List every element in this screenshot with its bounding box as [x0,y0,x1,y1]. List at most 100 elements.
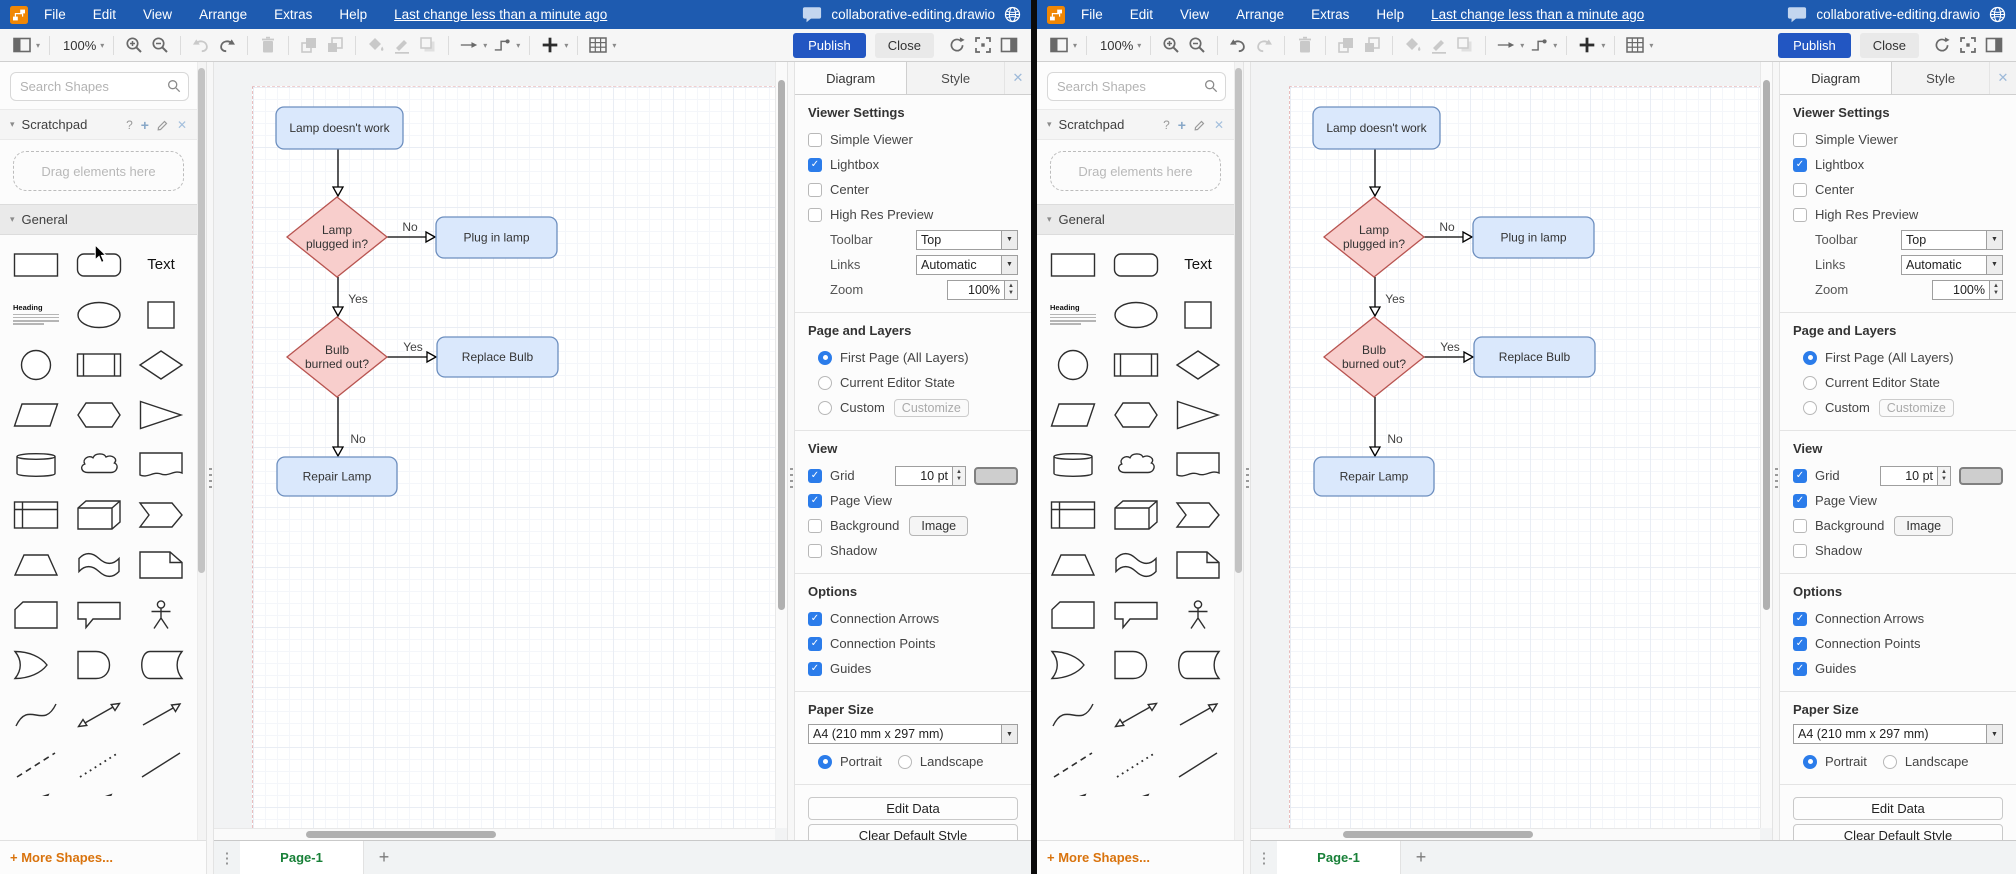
shape-or[interactable] [1050,648,1096,681]
shape-dotted-line[interactable] [76,748,122,781]
custom-row[interactable]: Custom Customize [808,395,1018,420]
page-view-checkbox[interactable] [1793,493,1807,508]
waypoint-caret-icon[interactable]: ▾ [1553,41,1557,50]
shape-hexagon[interactable] [76,398,122,431]
center-row[interactable]: Center [808,177,1018,202]
pages-menu-icon[interactable]: ⋮ [214,841,240,874]
guides-checkbox[interactable] [1793,661,1807,676]
shape-arrow[interactable] [138,698,184,731]
first-page-radio[interactable] [1803,350,1817,365]
landscape-radio[interactable] [897,754,912,769]
format-panel-toggle-icon[interactable] [1000,36,1018,54]
shape-dashed-line[interactable] [13,748,59,781]
shape-arrow[interactable] [1175,698,1221,731]
waypoint-style-icon[interactable] [1530,36,1548,54]
delete-icon[interactable] [1296,36,1314,54]
shape-text[interactable]: Text [138,248,184,281]
flow-node-bulb-burned-out[interactable]: Bulbburned out? [1322,316,1426,398]
table-caret-icon[interactable]: ▾ [612,41,616,50]
sidebar-scrollbar-thumb[interactable] [1235,68,1242,573]
menu-file[interactable]: File [1081,7,1103,22]
globe-icon[interactable] [1004,6,1021,23]
background-checkbox[interactable] [1793,518,1807,533]
flow-edge[interactable]: No [1368,397,1404,458]
shape-callout[interactable] [1113,598,1159,631]
links-select[interactable]: Automatic ▼ [1901,254,2003,275]
zoom-spinner[interactable]: ▲ ▼ [1990,279,2003,300]
zoom-out-icon[interactable] [151,36,169,54]
menu-edit[interactable]: Edit [1130,7,1153,22]
sidebar-resize-handle[interactable] [206,62,214,874]
to-back-icon[interactable] [326,36,344,54]
shape-note[interactable] [138,548,184,581]
table-icon[interactable] [1626,36,1645,54]
high-res-row[interactable]: High Res Preview [1793,202,2003,227]
flow-edge[interactable]: Yes [331,277,369,318]
menu-view[interactable]: View [1180,7,1209,22]
chevron-down-icon[interactable]: ▼ [1986,230,2002,249]
chat-bubble-icon[interactable] [802,6,822,23]
collapse-arrow-icon[interactable]: ▾ [10,214,15,225]
shape-note[interactable] [1175,548,1221,581]
connection-arrows-checkbox[interactable] [808,611,822,626]
last-change-link[interactable]: Last change less than a minute ago [1431,7,1644,22]
zoom-caret-icon[interactable]: ▾ [1137,41,1141,50]
undo-icon[interactable] [1229,36,1247,54]
fullscreen-icon[interactable] [974,36,992,54]
publish-button[interactable]: Publish [1778,32,1851,58]
more-shapes-button[interactable]: + More Shapes... [1037,840,1243,874]
shape-process[interactable] [76,348,122,381]
publish-button[interactable]: Publish [793,32,866,58]
center-checkbox[interactable] [1793,182,1807,197]
flow-node-lamp-doesnt-work[interactable]: Lamp doesn't work [1312,106,1441,150]
shape-actor[interactable] [1175,598,1221,631]
shape-triangle[interactable] [1175,398,1221,431]
flow-edge[interactable]: Yes [1368,277,1406,318]
lightbox-checkbox[interactable] [808,157,822,172]
shape-trapezoid[interactable] [1050,548,1096,581]
chevron-down-icon[interactable]: ▼ [1001,725,1017,743]
scratchpad-close-icon[interactable]: ✕ [1214,119,1224,131]
shape-diamond[interactable] [1175,348,1221,381]
toolbar-select[interactable]: Top ▼ [916,229,1018,250]
flow-edge[interactable]: No [1424,219,1474,244]
canvas-hscroll-thumb[interactable] [1343,831,1533,838]
flow-node-lamp-plugged-in[interactable]: Lampplugged in? [1322,196,1426,278]
zoom-caret-icon[interactable]: ▾ [100,41,104,50]
shape-document[interactable] [138,448,184,481]
grid-row[interactable]: Grid 10 pt▲▼ [1793,463,2003,488]
background-checkbox[interactable] [808,518,822,533]
zoom-in-icon[interactable] [1162,36,1180,54]
shape-cube[interactable] [1113,498,1159,531]
customize-button[interactable]: Customize [893,398,969,417]
grid-row[interactable]: Grid 10 pt▲▼ [808,463,1018,488]
insert-caret-icon[interactable]: ▾ [1601,41,1605,50]
paper-size-select[interactable]: A4 (210 mm x 297 mm) ▼ [1793,724,2003,744]
shape-heading[interactable]: Heading [13,298,59,331]
view-panels-caret-icon[interactable]: ▾ [36,41,40,50]
line-color-icon[interactable] [393,36,411,54]
canvas-vscroll-thumb[interactable] [778,80,785,610]
shape-actor[interactable] [138,598,184,631]
undo-icon[interactable] [192,36,210,54]
clear-default-style-button[interactable]: Clear Default Style [1793,824,2003,840]
zoom-input[interactable]: 100% [1932,279,1990,300]
connection-style-icon[interactable] [1497,36,1515,54]
shadow-icon[interactable] [419,36,437,54]
line-color-icon[interactable] [1430,36,1448,54]
last-change-link[interactable]: Last change less than a minute ago [394,7,607,22]
first-page-row[interactable]: First Page (All Layers) [808,345,1018,370]
shape-curve[interactable] [13,698,59,731]
redo-icon[interactable] [1255,36,1273,54]
grid-size-input[interactable]: 10 pt [1880,465,1938,486]
customize-button[interactable]: Customize [1878,398,1954,417]
flow-edge[interactable]: No [387,219,437,244]
portrait-option[interactable]: Portrait [1803,754,1867,769]
shape-and[interactable] [1113,648,1159,681]
more-shapes-button[interactable]: + More Shapes... [0,840,206,874]
guides-row[interactable]: Guides [808,656,1018,681]
diagram-canvas[interactable]: No Yes Yes No Lamp doesn't work Lamp plugged i… [1251,62,1772,840]
canvas-vertical-scrollbar[interactable] [775,62,787,828]
shape-bidirectional-arrow[interactable] [1113,698,1159,731]
scratchpad-header[interactable]: ▾ Scratchpad ? + ✕ [0,109,197,140]
